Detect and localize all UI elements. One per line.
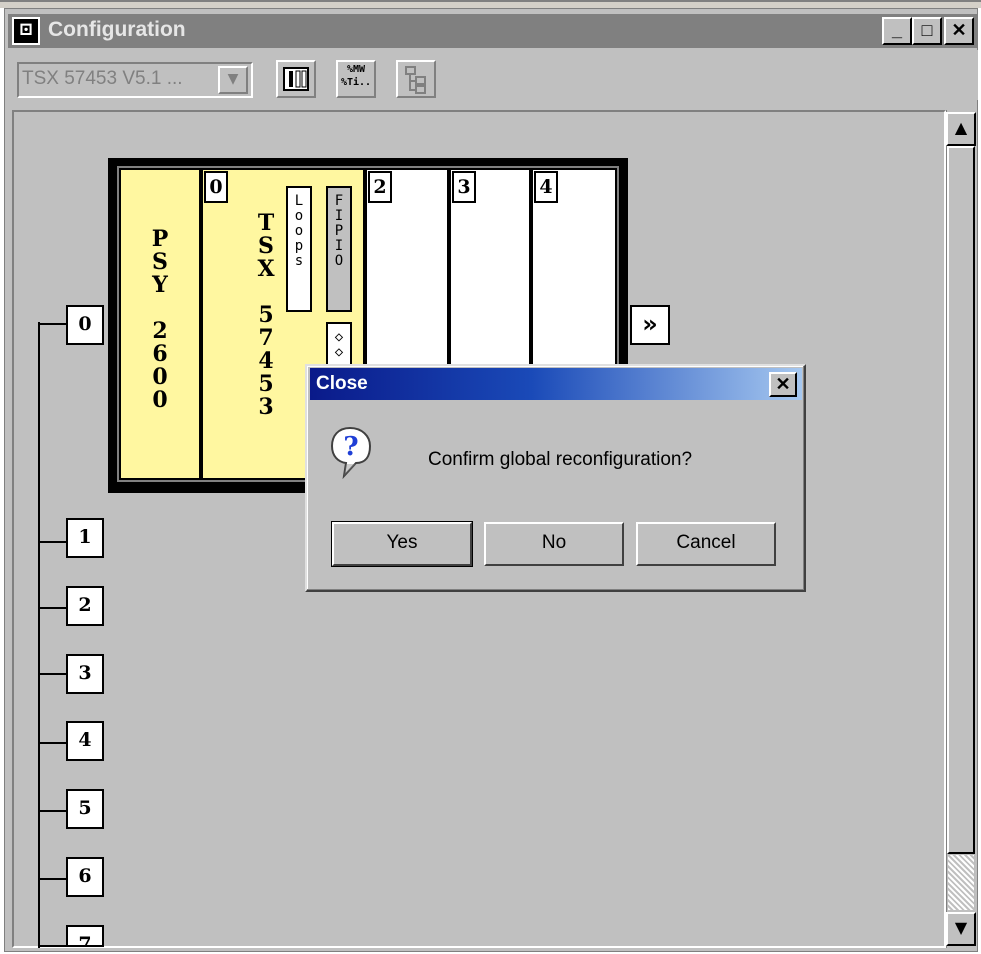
plc-selector-value: TSX 57453 V5.1 ... [22,68,183,89]
slot-number-3: 3 [452,171,476,203]
hierarchy-icon [405,66,426,94]
dialog-title: Close [316,373,368,394]
bus-connector [38,878,66,880]
variables-button-label: %MW %Ti.. [336,63,376,89]
bus-connector [38,742,66,744]
rack-number-0[interactable]: 0 [66,305,104,345]
rack-number-4[interactable]: 4 [66,721,104,761]
app-icon[interactable]: ⊡ [12,17,40,45]
scrollbar-track-lower[interactable] [948,855,974,910]
dialog-close-button[interactable]: ✕ [769,372,797,397]
rack-view-button[interactable] [276,60,316,98]
bus-connector [38,945,66,947]
rack-number-6[interactable]: 6 [66,857,104,897]
rack-number-3[interactable]: 3 [66,654,104,694]
rack-icon [283,67,309,91]
slot-number-0: 0 [204,171,228,203]
question-balloon-icon: ? [330,426,372,480]
top-strip [0,0,981,8]
window-title: Configuration [48,18,186,41]
scroll-up-icon[interactable]: ▲ [946,112,976,146]
chevron-down-icon[interactable]: ▼ [218,66,248,94]
dialog-titlebar[interactable] [310,368,802,400]
processor-module-label: T S X 5 7 4 5 3 [257,210,275,420]
power-supply-module-label: P S Y 2 6 0 0 [151,226,169,413]
yes-button[interactable]: Yes [331,521,473,567]
comm-port-submodule[interactable]: ◇ ◇ [326,322,352,368]
close-button[interactable]: ✕ [944,17,974,45]
scrollbar-thumb[interactable] [947,146,975,854]
maximize-button[interactable]: □ [912,17,942,45]
slot-number-2: 2 [368,171,392,203]
rack-number-2[interactable]: 2 [66,586,104,626]
no-button[interactable]: No [484,522,624,566]
dialog-message: Confirm global reconfiguration? [428,449,693,470]
svg-text:?: ? [343,432,358,462]
bus-connector [38,541,66,543]
scroll-down-icon[interactable]: ▼ [946,912,976,946]
bus-connector [38,323,66,325]
bus-connector [38,673,66,675]
hierarchy-button[interactable] [396,60,436,98]
rack-number-1[interactable]: 1 [66,518,104,558]
fipio-submodule[interactable]: F I P I O [326,186,352,312]
bus-connector [38,810,66,812]
variables-label-line-2: %Ti.. [340,77,372,88]
rack-number-7[interactable]: 7 [66,925,104,947]
cancel-button[interactable]: Cancel [636,522,776,566]
bus-connector [38,607,66,609]
bus-line [38,322,40,948]
slot-number-4: 4 [534,171,558,203]
minimize-button[interactable]: _ [882,17,912,45]
rack-number-5[interactable]: 5 [66,789,104,829]
loops-submodule[interactable]: L o o p s [286,186,312,312]
variables-label-line-1: %MW [346,64,366,75]
rack-extend-button[interactable]: » [630,305,670,345]
